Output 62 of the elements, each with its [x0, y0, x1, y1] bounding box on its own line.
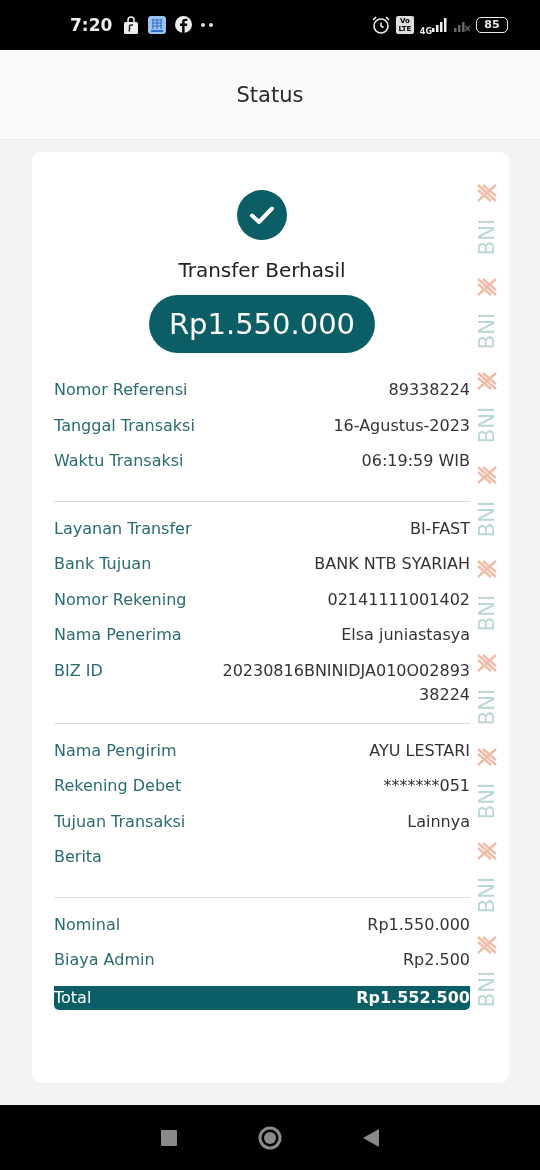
field-label: Layanan Transfer: [54, 517, 192, 540]
field-value: 89338224: [388, 379, 470, 402]
total-label: Total: [54, 986, 92, 1009]
logo-mark-icon: [477, 184, 497, 203]
field-label: Nomor Rekening: [54, 588, 187, 611]
watermark-text: BNI: [475, 783, 499, 820]
logo-mark-icon: [477, 466, 497, 485]
watermark-text: BNI: [475, 501, 499, 538]
app-grid-icon: [148, 15, 167, 34]
field-value: 02141111001402: [327, 588, 470, 611]
field-label: BIZ ID: [54, 659, 103, 682]
field-label: Nama Penerima: [54, 624, 182, 647]
logo-mark-icon: [477, 748, 497, 767]
field-label: Rekening Debet: [54, 775, 182, 798]
field-label: Berita: [54, 846, 102, 869]
clock-time: 7:20: [70, 14, 113, 35]
network-type: 4G: [419, 26, 432, 36]
field-value: Lainnya: [407, 810, 470, 833]
field-value: BI-FAST: [409, 517, 470, 540]
field-label: Nomor Referensi: [54, 379, 188, 402]
amount-badge: Rp1.550.000: [148, 295, 376, 354]
watermark-text: BNI: [475, 313, 499, 350]
field-label: Tujuan Transaksi: [54, 810, 186, 833]
more-dots-icon: [201, 22, 214, 27]
watermark-text: BNI: [475, 595, 499, 632]
screen-title: Status: [236, 82, 304, 107]
logo-mark-icon: [477, 654, 497, 673]
watermark-text: BNI: [475, 407, 499, 444]
field-value: Rp2.500: [402, 949, 470, 972]
logo-mark-icon: [477, 936, 497, 955]
status-heading: Transfer Berhasil: [178, 258, 346, 283]
field-value: Elsa juniastasya: [341, 624, 470, 647]
field-value: Rp1.550.000: [367, 913, 470, 936]
watermark-text: BNI: [475, 971, 499, 1008]
total-amount: Rp1.552.500: [356, 986, 470, 1009]
field-label: Waktu Transaksi: [54, 450, 184, 473]
field-label: Nominal: [54, 913, 121, 936]
field-value: 06:19:59 WIB: [361, 450, 470, 473]
home-icon[interactable]: [258, 1125, 282, 1150]
success-check-icon: [237, 190, 287, 241]
facebook-icon: [175, 16, 193, 34]
signal-icon: [432, 17, 448, 32]
field-label: Nama Pengirim: [54, 739, 177, 762]
field-label: Biaya Admin: [54, 949, 155, 972]
back-icon[interactable]: [363, 1128, 380, 1147]
logo-mark-icon: [477, 842, 497, 861]
logo-mark-icon: [477, 560, 497, 579]
field-value: 20230816BNINIDJA010O0289338224: [221, 659, 470, 706]
watermark-text: BNI: [475, 877, 499, 914]
field-value: *******051: [383, 775, 470, 798]
alarm-icon: [371, 15, 390, 34]
watermark-text: BNI: [475, 689, 499, 726]
field-value: 16-Agustus-2023: [333, 414, 470, 437]
field-label: Tanggal Transaksi: [54, 414, 195, 437]
battery-indicator: 85: [476, 16, 508, 33]
logo-mark-icon: [477, 278, 497, 297]
recent-apps-icon[interactable]: [160, 1129, 177, 1146]
field-value: AYU LESTARI: [369, 739, 470, 762]
logo-mark-icon: [477, 372, 497, 391]
field-label: Bank Tujuan: [54, 553, 152, 576]
field-value: BANK NTB SYARIAH: [314, 553, 470, 576]
watermark-text: BNI: [475, 219, 499, 256]
